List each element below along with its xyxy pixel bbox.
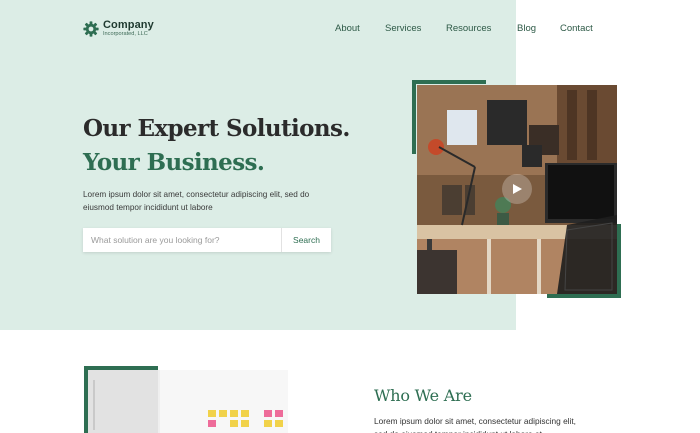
nav-contact[interactable]: Contact bbox=[560, 23, 593, 34]
nav-services[interactable]: Services bbox=[385, 23, 421, 34]
who-we-are-title: Who We Are bbox=[374, 386, 472, 405]
gear-logo-icon bbox=[83, 21, 99, 37]
about-whiteboard-photo bbox=[88, 370, 288, 433]
play-video-button[interactable] bbox=[502, 174, 532, 204]
hero-title-line1: Our Expert Solutions. bbox=[83, 115, 350, 142]
brand-text: Company Incorporated, LLC bbox=[103, 20, 154, 38]
brand-name: Company bbox=[103, 19, 154, 31]
nav-resources[interactable]: Resources bbox=[446, 23, 491, 34]
brand[interactable]: Company Incorporated, LLC bbox=[83, 20, 154, 38]
nav-about[interactable]: About bbox=[335, 23, 360, 34]
hero-title-line2: Your Business. bbox=[83, 149, 265, 176]
brand-subtitle: Incorporated, LLC bbox=[103, 31, 148, 37]
nav-blog[interactable]: Blog bbox=[517, 23, 536, 34]
hero-title: Our Expert Solutions. Your Business. bbox=[83, 112, 350, 180]
search-button[interactable]: Search bbox=[281, 228, 331, 252]
search-input[interactable] bbox=[83, 228, 281, 252]
search-bar: Search bbox=[83, 228, 331, 252]
play-icon bbox=[513, 184, 522, 194]
landing-page: Company Incorporated, LLC About Services… bbox=[0, 0, 700, 433]
hero-description: Lorem ipsum dolor sit amet, consectetur … bbox=[83, 190, 310, 212]
who-we-are-description: Lorem ipsum dolor sit amet, consectetur … bbox=[374, 416, 576, 433]
